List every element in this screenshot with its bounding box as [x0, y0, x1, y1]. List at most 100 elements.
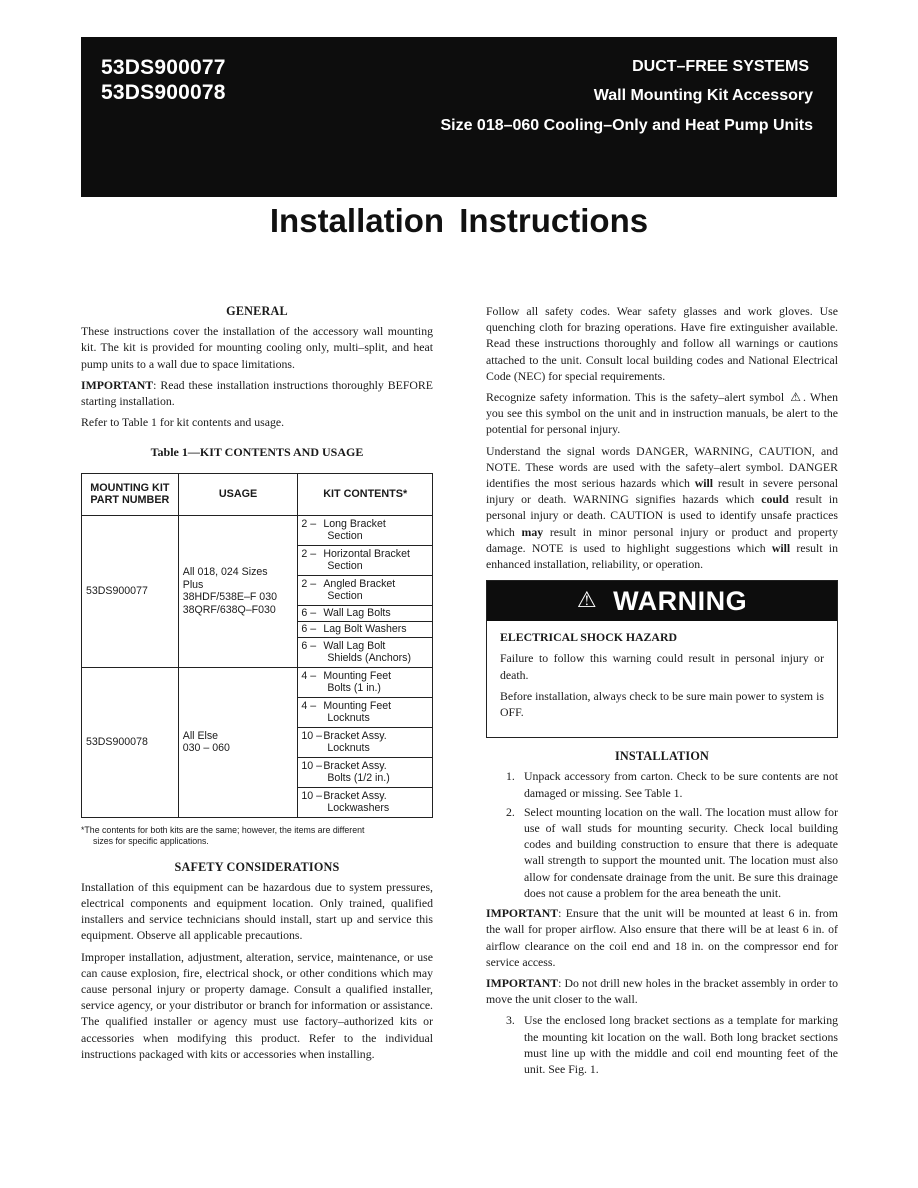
item-name: Wall Lag Bolt	[323, 639, 386, 652]
step-number: 3.	[506, 1013, 515, 1028]
column-header-kit-contents: KIT CONTENTS*	[297, 472, 433, 516]
kit-item: 2 – Horizontal Bracket Section	[297, 544, 433, 576]
safety-paragraph-4: Recognize safety information. This is th…	[486, 389, 838, 438]
footnote-line: *The contents for both kits are the same…	[81, 824, 365, 835]
step-text: Select mounting location on the wall. Th…	[524, 804, 838, 900]
warning-label: WARNING	[613, 586, 748, 617]
emphasis: could	[761, 492, 789, 507]
installation-important-1: IMPORTANT: Ensure that the unit will be …	[486, 905, 838, 970]
item-name: Bracket Assy.	[323, 759, 387, 772]
item-qty: 6 –	[301, 606, 317, 619]
document-title: Installation Instructions	[269, 202, 649, 239]
item-qty: 4 –	[301, 669, 317, 682]
right-column: Follow all safety codes. Wear safety gla…	[486, 303, 838, 1081]
usage-line: All Else	[182, 729, 219, 742]
safety-paragraph-2: Improper installation, adjustment, alter…	[81, 949, 433, 1061]
column-header-part-number: MOUNTING KIT PART NUMBER	[81, 472, 179, 516]
usage-line: Plus	[182, 578, 204, 591]
kit-item: 4 – Mounting Feet Bolts (1 in.)	[297, 666, 433, 698]
usage-cell: All 018, 024 Sizes Plus 38HDF/538E–F 030…	[177, 514, 299, 668]
item-name-cont: Section	[327, 590, 363, 603]
installation-heading: INSTALLATION	[614, 749, 710, 764]
important-label: IMPORTANT	[486, 975, 559, 990]
item-name-cont: Section	[327, 530, 363, 543]
safety-alert-icon: ⚠	[790, 390, 801, 405]
warning-icon: ⚠	[576, 588, 598, 614]
usage-cell: All Else 030 – 060	[177, 666, 299, 818]
step-number: 2.	[506, 804, 515, 819]
table-header-row: MOUNTING KIT PART NUMBER USAGE KIT CONTE…	[81, 472, 433, 516]
header-band: 53DS900077 53DS900078 DUCT–FREE SYSTEMS …	[81, 37, 837, 197]
item-name: Mounting Feet	[323, 669, 392, 682]
warning-title: ELECTRICAL SHOCK HAZARD	[500, 630, 677, 645]
left-column: GENERAL These instructions cover the ins…	[81, 303, 433, 1067]
part-number-2: 53DS900078	[101, 81, 226, 104]
emphasis: may	[521, 524, 544, 539]
important-label: IMPORTANT	[81, 377, 154, 392]
item-qty: 10 –	[301, 789, 322, 802]
general-paragraph-3: Refer to Table 1 for kit contents and us…	[81, 415, 285, 430]
general-heading: GENERAL	[226, 304, 288, 318]
item-qty: 2 –	[301, 517, 317, 530]
warning-banner: ⚠ WARNING	[487, 581, 837, 622]
item-qty: 2 –	[301, 547, 317, 560]
item-name: Bracket Assy.	[323, 789, 387, 802]
safety-paragraph-3: Follow all safety codes. Wear safety gla…	[486, 304, 838, 383]
emphasis: will	[694, 476, 714, 491]
general-paragraph-1: These instructions cover the installatio…	[81, 324, 433, 371]
item-qty: 6 –	[301, 639, 317, 652]
kit-item: 10 –Bracket Assy. Locknuts	[297, 726, 433, 758]
usage-line: 38HDF/538E–F 030	[182, 591, 277, 604]
item-name: Mounting Feet	[323, 699, 392, 712]
installation-steps-continued: 3. Use the enclosed long bracket sections…	[486, 1012, 838, 1077]
item-name: Long Bracket	[323, 517, 386, 530]
text-span: Recognize safety information. This is th…	[486, 390, 785, 405]
usage-line: 030 – 060	[182, 742, 230, 755]
table-caption: Table 1—KIT CONTENTS AND USAGE	[150, 445, 364, 460]
item-qty: 6 –	[301, 622, 317, 635]
usage-line: 38QRF/638Q–F030	[182, 603, 276, 616]
warning-text-2: Before installation, always check to be …	[500, 688, 824, 720]
part-number-1: 53DS900077	[101, 56, 226, 79]
item-name-cont: Bolts (1/2 in.)	[327, 772, 390, 785]
installation-steps: 1. Unpack accessory from carton. Check to…	[486, 768, 838, 901]
kit-item: 10 –Bracket Assy. Lockwashers	[297, 786, 433, 818]
kit-item: 6 – Wall Lag Bolts	[297, 604, 433, 622]
item-qty: 10 –	[301, 759, 322, 772]
kit-item: 4 – Mounting Feet Locknuts	[297, 696, 433, 728]
item-name: Angled Bracket	[323, 577, 396, 590]
warning-text-1: Failure to follow this warning could res…	[500, 651, 824, 682]
step-number: 1.	[506, 769, 515, 784]
table-row: 53DS900078 All Else 030 – 060 4 – Mountin…	[81, 666, 433, 818]
item-qty: 10 –	[301, 729, 322, 742]
safety-paragraph-5: Understand the signal words DANGER, WARN…	[486, 443, 838, 573]
footnote-line: sizes for specific applications.	[93, 835, 209, 846]
kit-item: 10 –Bracket Assy. Bolts (1/2 in.)	[297, 756, 433, 788]
step-text: Unpack accessory from carton. Check to b…	[524, 769, 838, 800]
item-name-cont: Lockwashers	[327, 802, 390, 815]
safety-heading: SAFETY CONSIDERATIONS	[174, 859, 340, 874]
kit-item: 2 – Long Bracket Section	[297, 514, 433, 546]
part-number-cell: 53DS900077	[81, 514, 179, 668]
item-name-cont: Locknuts	[327, 742, 370, 755]
header-category: DUCT–FREE SYSTEMS	[632, 58, 809, 75]
warning-box: ⚠ WARNING ELECTRICAL SHOCK HAZARD Failur…	[486, 580, 838, 739]
step-text: Use the enclosed long bracket sections a…	[524, 1013, 838, 1076]
item-name-cont: Locknuts	[327, 712, 370, 725]
item-name-cont: Section	[327, 560, 363, 573]
general-important: IMPORTANT: Read these installation instr…	[81, 377, 433, 409]
usage-line: All 018, 024 Sizes	[182, 565, 268, 578]
item-name: Lag Bolt Washers	[323, 622, 407, 635]
important-label: IMPORTANT	[486, 906, 559, 921]
item-qty: 2 –	[301, 577, 317, 590]
table-row: 53DS900077 All 018, 024 Sizes Plus 38HDF…	[81, 514, 433, 668]
kit-item: 2 – Angled Bracket Section	[297, 574, 433, 606]
item-name: Bracket Assy.	[323, 729, 387, 742]
item-qty: 4 –	[301, 699, 317, 712]
column-header-usage: USAGE	[177, 472, 299, 516]
safety-paragraph-1: Installation of this equipment can be ha…	[81, 879, 433, 943]
table-footnote: *The contents for both kits are the same…	[81, 825, 433, 847]
item-name-cont: Shields (Anchors)	[327, 652, 411, 665]
kit-item: 6 – Lag Bolt Washers	[297, 620, 433, 638]
item-name-cont: Bolts (1 in.)	[327, 682, 381, 695]
